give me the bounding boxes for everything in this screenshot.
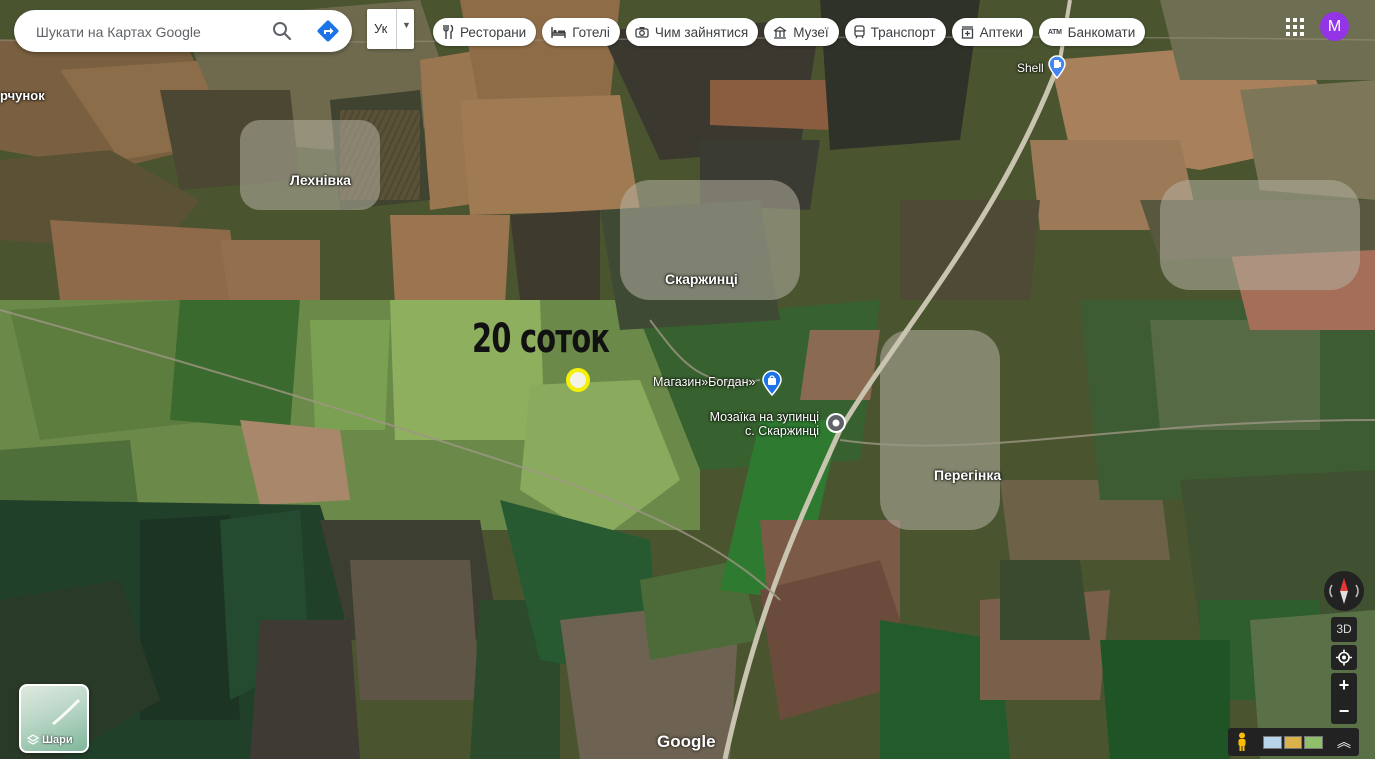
atm-icon: ATM <box>1047 28 1062 36</box>
chip-things-to-do[interactable]: Чим зайнятися <box>625 18 759 46</box>
thumb-1[interactable] <box>1263 736 1282 749</box>
compass-control[interactable] <box>1324 571 1364 611</box>
search-icon[interactable] <box>270 19 294 43</box>
chip-label: Банкомати <box>1067 24 1136 40</box>
restaurant-icon <box>442 25 454 39</box>
input-method-separator <box>396 9 397 49</box>
category-chips: Ресторани Готелі Чим зайнятися Музеї Тра… <box>433 18 1146 46</box>
thumb-3[interactable] <box>1304 736 1324 749</box>
map-label-mosaic[interactable]: Мозаїка на зупинці с. Скаржинці <box>709 410 819 438</box>
map-label-perehinka[interactable]: Перегінка <box>934 467 1001 483</box>
pegman-icon[interactable] <box>1234 732 1250 752</box>
layers-label: Шари <box>42 734 73 746</box>
directions-icon[interactable] <box>316 19 340 43</box>
chip-museums[interactable]: Музеї <box>764 18 839 46</box>
chip-pharmacies[interactable]: Аптеки <box>951 18 1033 46</box>
landmark-marker-icon[interactable] <box>824 411 848 435</box>
layers-label-group: Шари <box>27 734 73 746</box>
chip-hotels[interactable]: Готелі <box>542 18 620 46</box>
google-logo: Google <box>657 732 716 751</box>
bottom-control-bar: ︽ <box>1228 728 1359 756</box>
chip-label: Транспорт <box>870 24 936 40</box>
map-label-lekhnivka[interactable]: Лехнівка <box>290 172 351 188</box>
gas-station-icon[interactable] <box>1047 55 1067 79</box>
search-input[interactable] <box>34 10 268 54</box>
zoom-control: + − <box>1331 673 1357 724</box>
compass-icon <box>1329 578 1359 604</box>
chip-atms[interactable]: ATM Банкомати <box>1038 18 1146 46</box>
chip-label: Аптеки <box>979 24 1023 40</box>
chip-restaurants[interactable]: Ресторани <box>433 18 537 46</box>
pharmacy-icon <box>961 25 974 39</box>
plot-size-annotation: 20 соток <box>472 316 610 362</box>
chip-label: Чим зайнятися <box>654 24 749 40</box>
shopping-bag-icon[interactable] <box>761 370 783 396</box>
dropdown-arrow-icon[interactable]: ▼ <box>402 20 411 30</box>
chip-label: Готелі <box>572 24 610 40</box>
apps-grid-icon[interactable] <box>1285 17 1305 37</box>
imagery-thumbnails[interactable] <box>1263 736 1324 749</box>
zoom-out-button[interactable]: − <box>1331 699 1357 724</box>
map-label-shop-bohdan[interactable]: Магазин»Богдан» <box>653 375 755 389</box>
my-location-button[interactable] <box>1331 645 1357 670</box>
input-method-selector[interactable]: Ук ▼ <box>367 9 414 49</box>
search-box <box>14 10 352 54</box>
museum-icon <box>773 25 787 39</box>
account-avatar[interactable]: M <box>1320 12 1349 41</box>
thumb-2[interactable] <box>1283 736 1303 749</box>
map-label-shell[interactable]: Shell <box>1017 61 1044 75</box>
transit-icon <box>854 25 865 39</box>
layers-button[interactable]: Шари <box>19 684 89 753</box>
map-label-partial-village[interactable]: рчунок <box>0 88 45 103</box>
layers-icon <box>27 734 39 745</box>
chip-label: Музеї <box>793 24 829 40</box>
hotel-icon <box>551 26 566 38</box>
my-location-icon <box>1336 649 1352 666</box>
mosaic-line-1: Мозаїка на зупинці <box>709 410 820 424</box>
chip-label: Ресторани <box>460 24 527 40</box>
chip-transit[interactable]: Транспорт <box>844 18 946 46</box>
location-marker-circle <box>566 368 590 392</box>
camera-icon <box>635 26 649 38</box>
zoom-in-button[interactable]: + <box>1331 673 1357 698</box>
mosaic-line-2: с. Скаржинці <box>745 424 820 438</box>
map-label-skarzhyntsi[interactable]: Скаржинці <box>665 271 738 287</box>
toggle-3d-button[interactable]: 3D <box>1331 617 1357 642</box>
layer-preview-icon <box>52 698 81 726</box>
input-method-label: Ук <box>374 21 388 36</box>
expand-chevron-icon[interactable]: ︽ <box>1337 732 1351 752</box>
